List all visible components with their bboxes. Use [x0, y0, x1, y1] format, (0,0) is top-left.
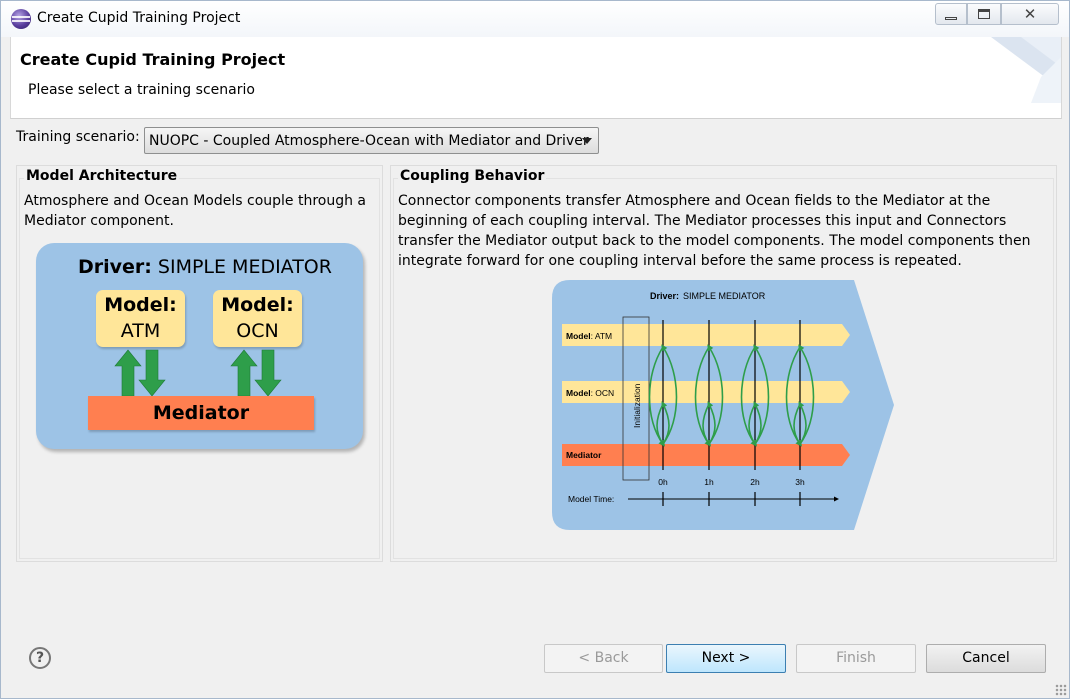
coupling-driver-title: Driver: SIMPLE MEDIATOR	[650, 291, 766, 301]
time-tick-0h: 0h	[658, 477, 668, 487]
time-tick-3h: 3h	[795, 477, 805, 487]
title-bar: Create Cupid Training Project ✕	[1, 1, 1069, 37]
model-architecture-heading: Model Architecture	[24, 168, 180, 184]
initialization-label: Initialization	[632, 383, 642, 428]
mediator-band	[562, 444, 850, 466]
scenario-select[interactable]: NUOPC - Coupled Atmosphere-Ocean with Me…	[144, 127, 599, 154]
up-arrow-icon	[230, 349, 258, 397]
maximize-button[interactable]	[967, 3, 1001, 25]
coupling-driver-keyword: Driver:	[650, 291, 679, 301]
next-button[interactable]: Next >	[666, 644, 786, 673]
resize-grip-icon[interactable]	[1055, 684, 1067, 696]
finish-button[interactable]: Finish	[796, 644, 916, 673]
maximize-icon	[978, 9, 990, 19]
model-architecture-description: Atmosphere and Ocean Models couple throu…	[24, 193, 367, 229]
coupling-behavior-description: Connector components transfer Atmosphere…	[398, 193, 1031, 269]
coupling-behavior-panel: Coupling Behavior Connector components t…	[390, 165, 1057, 562]
eclipse-icon	[11, 9, 31, 29]
scenario-label: Training scenario:	[16, 129, 140, 145]
ocn-band-label: Model: OCN	[566, 388, 614, 398]
ocn-band-name: : OCN	[591, 388, 615, 398]
model-architecture-panel: Model Architecture Atmosphere and Ocean …	[16, 165, 383, 562]
time-tick-2h: 2h	[750, 477, 760, 487]
banner-title: Create Cupid Training Project	[20, 50, 286, 69]
close-icon: ✕	[1023, 5, 1037, 23]
coupling-behavior-heading: Coupling Behavior	[398, 168, 547, 184]
banner-subtitle: Please select a training scenario	[28, 82, 255, 98]
scenario-select-value: NUOPC - Coupled Atmosphere-Ocean with Me…	[149, 133, 589, 149]
up-arrow-icon	[114, 349, 142, 397]
time-tick-1h: 1h	[704, 477, 714, 487]
coupling-driver-name: SIMPLE MEDIATOR	[683, 291, 766, 301]
back-button[interactable]: < Back	[544, 644, 663, 673]
minimize-button[interactable]	[935, 3, 967, 25]
down-arrow-icon	[254, 349, 282, 397]
wizard-banner: Create Cupid Training Project Please sel…	[10, 37, 1062, 119]
dropdown-arrow-icon	[582, 138, 592, 144]
close-button[interactable]: ✕	[1001, 3, 1059, 25]
atm-band-name: : ATM	[591, 331, 613, 341]
down-arrow-icon	[138, 349, 166, 397]
architecture-diagram: Driver: SIMPLE MEDIATOR Model: ATM Model:…	[36, 243, 363, 449]
help-icon[interactable]: ?	[29, 647, 51, 669]
mediator-band-label: Mediator	[566, 450, 602, 460]
ocn-band-keyword: Model	[566, 388, 591, 398]
atm-band-label: Model: ATM	[566, 331, 612, 341]
model-time-label: Model Time:	[568, 494, 614, 504]
atm-band-keyword: Model	[566, 331, 591, 341]
cancel-button[interactable]: Cancel	[926, 644, 1046, 673]
minimize-icon	[945, 16, 957, 20]
arch-mediator: Mediator	[88, 396, 314, 430]
coupling-diagram: Driver: SIMPLE MEDIATOR Model: ATM Model:…	[552, 280, 894, 530]
window-title: Create Cupid Training Project	[37, 10, 241, 26]
dialog-window: Create Cupid Training Project ✕ Create C…	[0, 0, 1070, 699]
banner-decoration	[991, 37, 1061, 103]
